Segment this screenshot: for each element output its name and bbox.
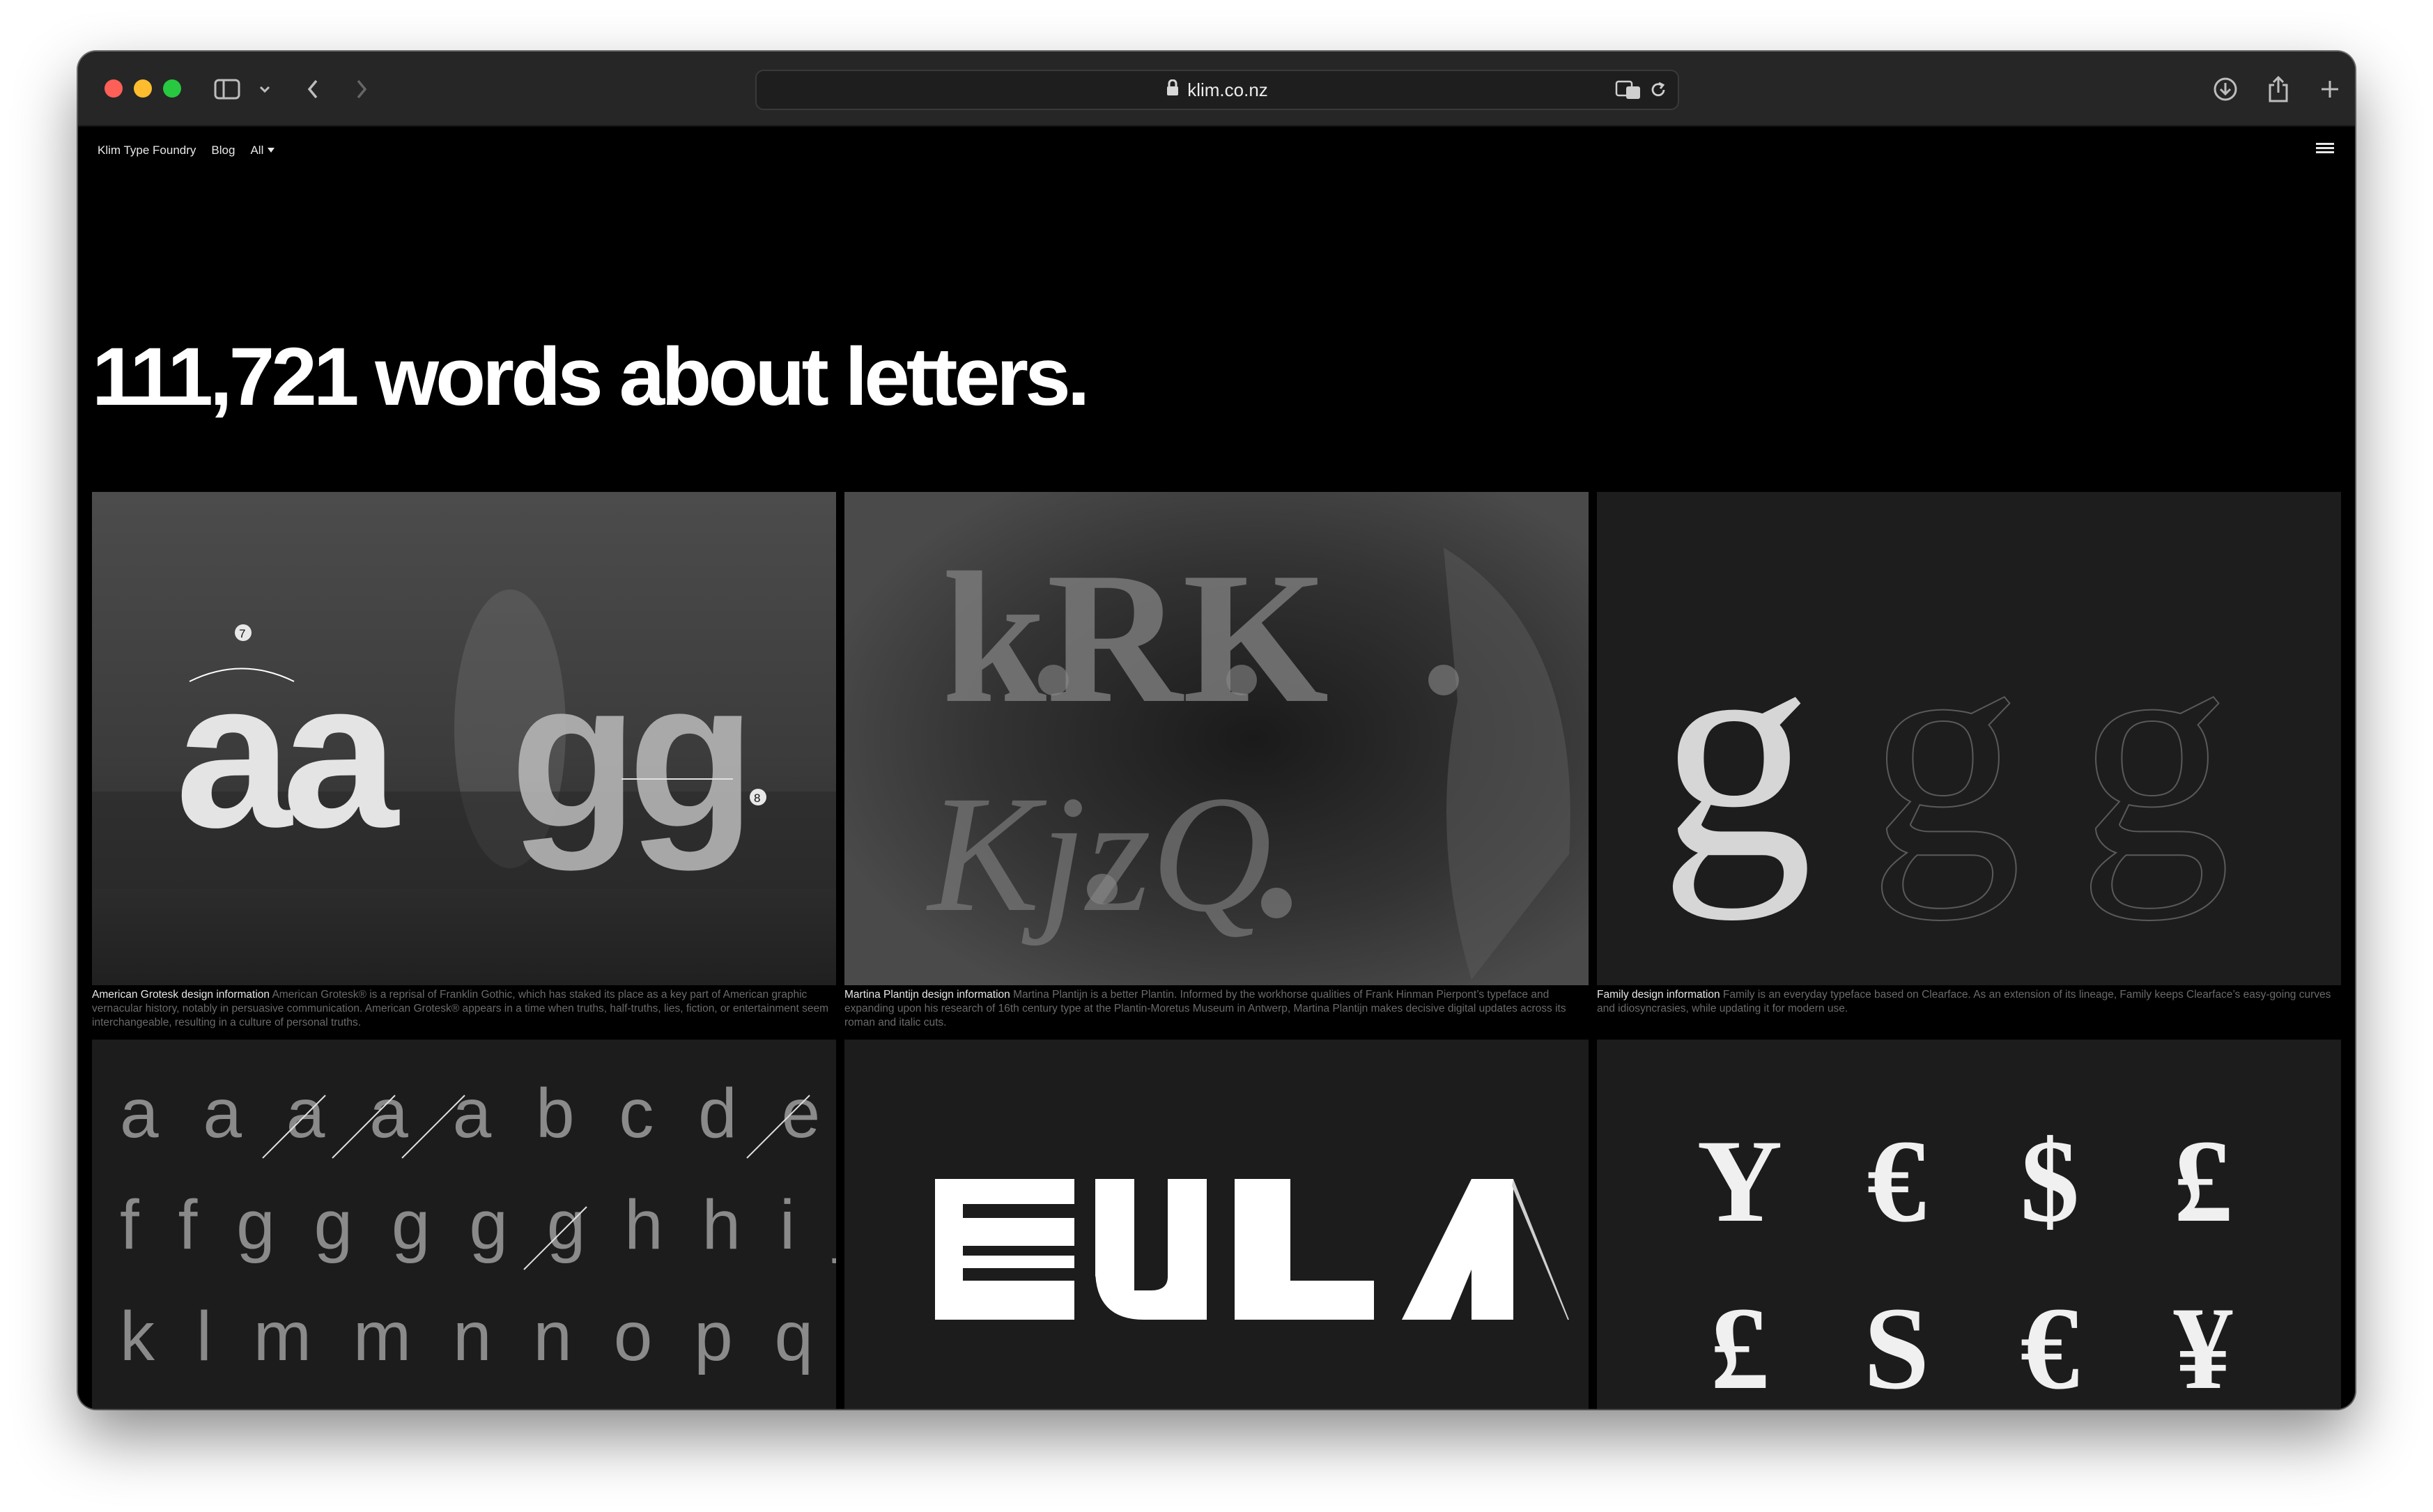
- post-title[interactable]: American Grotesk design information: [92, 989, 270, 1001]
- caret-down-icon: [268, 148, 275, 153]
- post-caption-american-grotesk: American Grotesk design information Amer…: [92, 988, 836, 1030]
- sidebar-icon[interactable]: [212, 72, 242, 106]
- image-glyph-outline-g1: g: [1869, 582, 2022, 921]
- glyph-euro-1: €: [1867, 1116, 1926, 1247]
- zoom-window-button[interactable]: [163, 79, 181, 98]
- post-image-family: g g g: [1660, 581, 2232, 922]
- site-nav: Klim Type Foundry Blog All: [98, 144, 275, 157]
- post-title[interactable]: Martina Plantijn design information: [844, 989, 1010, 1001]
- post-image-alphabet: a a a a a b c d e e f f g g g g g h h i …: [120, 1074, 836, 1375]
- chevron-down-icon[interactable]: [256, 72, 273, 106]
- alphabet-row-1: a a a a a b c d e e: [120, 1074, 836, 1152]
- image-glyph-solid-g: g: [1660, 582, 1813, 921]
- alphabet-row-3: k l m m n n o p q r: [120, 1297, 836, 1375]
- brand-link[interactable]: Klim Type Foundry: [98, 144, 196, 157]
- blog-link[interactable]: Blog: [211, 144, 235, 157]
- post-image-currency: Y € $ £ £ S € ¥: [1697, 1116, 2233, 1409]
- alphabet-row-2: f f g g g g g h h i j: [120, 1186, 836, 1264]
- marker-8: 8: [754, 792, 760, 805]
- lock-icon: [1166, 79, 1179, 101]
- filter-dropdown[interactable]: All: [250, 144, 275, 157]
- glyph-s: S: [1864, 1283, 1930, 1409]
- marker-7: 7: [239, 627, 245, 640]
- post-image-american-grotesk: aa gg 7 8: [92, 492, 836, 985]
- post-card-alphabet[interactable]: a a a a a b c d e e f f g g g g g h h i …: [92, 1040, 836, 1409]
- image-glyphs-aa: aa: [176, 637, 400, 871]
- glyph-yen-2: ¥: [2174, 1283, 2233, 1409]
- translate-icon[interactable]: [1615, 79, 1642, 104]
- post-caption-martina-plantijn: Martina Plantijn design information Mart…: [844, 988, 1589, 1030]
- browser-toolbar: klim.co.nz: [78, 52, 2355, 127]
- post-card-family[interactable]: g g g: [1597, 492, 2341, 985]
- hamburger-menu-icon[interactable]: [2316, 141, 2334, 156]
- post-card-martina-plantijn[interactable]: kRK KjzQ: [844, 492, 1589, 985]
- glyph-yen-1: Y: [1697, 1116, 1783, 1247]
- post-image-martina-plantijn: kRK KjzQ: [844, 492, 1589, 985]
- url-text: klim.co.nz: [1187, 79, 1268, 100]
- image-glyphs-top: kRK: [942, 534, 1329, 742]
- new-tab-icon[interactable]: [2316, 72, 2344, 106]
- close-window-button[interactable]: [105, 79, 123, 98]
- post-card-currency[interactable]: Y € $ £ £ S € ¥: [1597, 1040, 2341, 1409]
- reload-icon[interactable]: [1648, 80, 1668, 103]
- image-glyphs-gg: gg: [510, 637, 746, 872]
- post-title[interactable]: Family design information: [1597, 989, 1720, 1001]
- browser-window: klim.co.nz Klim Type Foundry Blog All 11…: [78, 52, 2355, 1409]
- address-bar[interactable]: klim.co.nz: [755, 70, 1679, 110]
- forward-icon[interactable]: [351, 72, 372, 106]
- glyph-euro-2: €: [2021, 1283, 2080, 1409]
- share-icon[interactable]: [2264, 72, 2292, 106]
- image-glyph-outline-g2: g: [2078, 582, 2231, 921]
- post-caption-family: Family design information Family is an e…: [1597, 988, 2341, 1030]
- minimize-window-button[interactable]: [134, 79, 152, 98]
- page-headline: 111,721 words about letters.: [92, 331, 1090, 423]
- post-image-eula: [935, 1179, 1569, 1320]
- glyph-pound-1: £: [2174, 1116, 2233, 1247]
- filter-label: All: [250, 144, 264, 157]
- post-card-american-grotesk[interactable]: aa gg 7 8: [92, 492, 836, 985]
- glyph-pound-2: £: [1710, 1283, 1770, 1409]
- downloads-icon[interactable]: [2211, 72, 2239, 106]
- image-glyphs-bottom: KjzQ: [926, 761, 1272, 946]
- post-card-eula[interactable]: [844, 1040, 1589, 1409]
- glyph-dollar: $: [2021, 1116, 2080, 1247]
- back-icon[interactable]: [302, 72, 323, 106]
- web-page: Klim Type Foundry Blog All 111,721 words…: [78, 127, 2355, 1409]
